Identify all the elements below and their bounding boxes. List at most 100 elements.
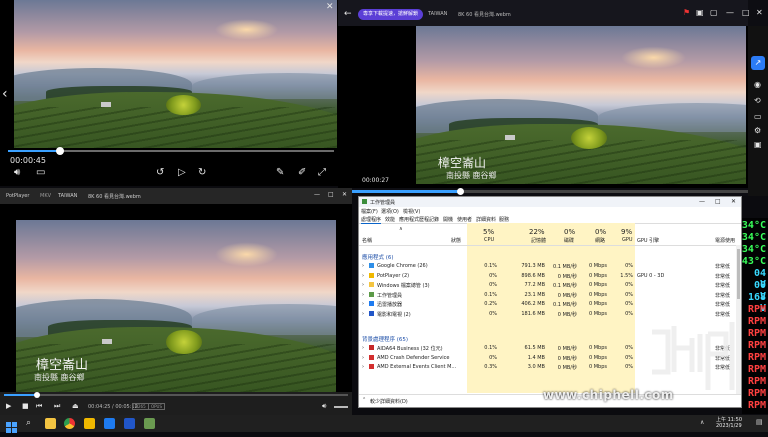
- play-icon[interactable]: ▶: [6, 402, 11, 410]
- task-manager-icon[interactable]: [144, 418, 155, 429]
- prev-arrow-icon[interactable]: ‹: [2, 86, 8, 102]
- cell-disk: 0 MB/秒: [557, 365, 577, 371]
- pin-icon[interactable]: ⚑: [683, 8, 690, 17]
- cell-net: 0 Mbps: [588, 291, 607, 298]
- maximize-icon[interactable]: □: [715, 198, 721, 205]
- menu-options[interactable]: 選項(O): [381, 208, 399, 215]
- cast-icon[interactable]: ▣: [696, 8, 704, 17]
- expand-chevron-icon[interactable]: ›: [362, 273, 364, 279]
- potplayer-icon[interactable]: [84, 418, 95, 429]
- maximize-icon[interactable]: □: [742, 8, 750, 17]
- expand-chevron-icon[interactable]: ›: [362, 311, 364, 317]
- prev-icon[interactable]: ⏮: [36, 402, 42, 411]
- next-icon[interactable]: ⏭: [54, 402, 60, 411]
- tray-chevron-icon[interactable]: ∧: [700, 419, 704, 426]
- process-row[interactable]: › Windows 檔案總管 (3) 0% 77.2 MB 0.1 MB/秒 0 Mbps…: [359, 280, 741, 290]
- monitor-reading: 34°C: [741, 244, 766, 255]
- seek-bar-top-left[interactable]: [8, 147, 334, 155]
- volume-icon[interactable]: 🔊︎: [14, 167, 20, 178]
- volume-icon[interactable]: 🔊︎: [322, 402, 326, 411]
- video-area: 樟空崙山 南投縣 鹿谷鄉: [0, 204, 352, 392]
- group-apps[interactable]: 應用程式 (6): [359, 251, 741, 261]
- close-icon[interactable]: ✕: [342, 191, 347, 198]
- channel-label: TAIWAN: [58, 193, 78, 199]
- camera-icon[interactable]: ◉: [754, 80, 761, 89]
- close-icon[interactable]: ✕: [756, 8, 763, 17]
- notification-icon[interactable]: ▤: [756, 418, 763, 426]
- col-gpu[interactable]: GPU: [622, 237, 633, 243]
- seek-bar-bottom[interactable]: [4, 392, 348, 398]
- process-row[interactable]: › 工作管理員 0.1% 23.1 MB 0 MB/秒 0 Mbps 0% 非常低: [359, 290, 741, 300]
- record-icon[interactable]: ▣: [754, 140, 762, 149]
- col-cpu[interactable]: CPU: [484, 237, 494, 243]
- rewind-icon[interactable]: ↺: [156, 167, 164, 178]
- tab-details[interactable]: 詳細資料: [476, 216, 496, 223]
- close-icon[interactable]: ✕: [326, 2, 334, 12]
- expand-chevron-icon[interactable]: ›: [362, 364, 364, 370]
- stop-icon[interactable]: ■: [22, 402, 29, 410]
- expand-chevron-icon[interactable]: ›: [362, 282, 364, 288]
- player-right: ← 専享下載提速，搶鮮解鎖 TAIWAN 8K 60 看見台灣.webm ⚑ ▣…: [338, 0, 768, 196]
- process-row[interactable]: › 迅雷播放器 0.2% 406.2 MB 0.1 MB/秒 0 Mbps 0% 非常低: [359, 299, 741, 309]
- eject-icon[interactable]: ⏏: [72, 402, 79, 410]
- loop-icon[interactable]: ⟲: [754, 96, 761, 105]
- col-memory[interactable]: 記憶體: [531, 237, 546, 244]
- xunlei-icon[interactable]: [104, 418, 115, 429]
- share-icon[interactable]: ↗: [751, 56, 765, 70]
- movies-tv-icon[interactable]: [124, 418, 135, 429]
- col-name[interactable]: 名稱: [362, 237, 372, 244]
- chrome-icon[interactable]: [64, 418, 75, 429]
- col-network-pct: 0%: [595, 228, 607, 236]
- volume-slider[interactable]: [334, 406, 348, 408]
- search-icon[interactable]: ⌕: [26, 418, 37, 429]
- col-gpu-engine[interactable]: GPU 引擎: [637, 237, 659, 244]
- forward-icon[interactable]: ↻: [198, 167, 206, 178]
- tab-users[interactable]: 使用者: [457, 216, 472, 223]
- app-name[interactable]: PotPlayer: [6, 193, 29, 199]
- cell-cpu: 0.1%: [484, 345, 497, 351]
- cell-disk: 0.1 MB/秒: [553, 302, 577, 308]
- tab-app-history[interactable]: 應用程式歷程記錄: [399, 216, 439, 223]
- maximize-icon[interactable]: □: [328, 191, 334, 198]
- seek-bar-right[interactable]: [338, 188, 748, 195]
- minimize-icon[interactable]: —: [699, 198, 705, 205]
- col-disk[interactable]: 磁碟: [564, 237, 574, 244]
- col-status[interactable]: 狀態: [451, 237, 461, 244]
- close-icon[interactable]: ✕: [731, 198, 736, 205]
- col-power[interactable]: 電源使用: [715, 237, 735, 244]
- process-row[interactable]: › PotPlayer (2) 0% 898.6 MB 0 MB/秒 0 Mbps 1.5%…: [359, 271, 741, 281]
- video-frame: [14, 0, 337, 148]
- minimize-icon[interactable]: —: [314, 191, 320, 198]
- menu-view[interactable]: 檢視(V): [403, 208, 420, 215]
- file-explorer-icon[interactable]: [45, 418, 56, 429]
- edit-icon[interactable]: ✎: [276, 167, 284, 178]
- fewer-details-icon[interactable]: ⌃: [362, 397, 366, 403]
- promo-banner[interactable]: 専享下載提速，搶鮮解鎖: [358, 9, 424, 20]
- tab-performance[interactable]: 效能: [385, 216, 395, 223]
- clock-time[interactable]: 上午 11:50: [716, 416, 742, 423]
- fullscreen-icon[interactable]: ⤢: [318, 167, 326, 178]
- tab-processes[interactable]: 處理程序: [361, 216, 382, 224]
- start-icon[interactable]: [6, 418, 17, 433]
- play-icon[interactable]: ▷: [178, 167, 186, 178]
- expand-chevron-icon[interactable]: ›: [362, 292, 364, 298]
- expand-chevron-icon[interactable]: ›: [362, 301, 364, 307]
- tab-services[interactable]: 服務: [499, 216, 509, 223]
- back-icon[interactable]: ←: [344, 9, 352, 19]
- settings-icon[interactable]: ⚙: [754, 126, 761, 135]
- col-network[interactable]: 網路: [595, 237, 605, 244]
- tab-startup[interactable]: 開機: [443, 216, 453, 223]
- pip-icon[interactable]: ▢: [710, 8, 718, 17]
- minimize-icon[interactable]: —: [726, 8, 734, 17]
- fewer-details-button[interactable]: 較少詳細資料(D): [370, 398, 408, 405]
- process-row[interactable]: › Google Chrome (26) 0.1% 791.3 MB 0.1 MB/秒 0…: [359, 261, 741, 271]
- subtitle-icon[interactable]: ▭: [754, 112, 762, 121]
- expand-chevron-icon[interactable]: ›: [362, 355, 364, 361]
- expand-chevron-icon[interactable]: ›: [362, 263, 364, 269]
- draw-icon[interactable]: ✐: [298, 167, 306, 178]
- cell-net: 0 Mbps: [588, 301, 607, 307]
- clock-date[interactable]: 2023/1/29: [716, 423, 742, 429]
- menu-file[interactable]: 檔案(F): [361, 208, 378, 215]
- subtitle-icon[interactable]: ▭: [36, 167, 45, 178]
- expand-chevron-icon[interactable]: ›: [362, 345, 364, 351]
